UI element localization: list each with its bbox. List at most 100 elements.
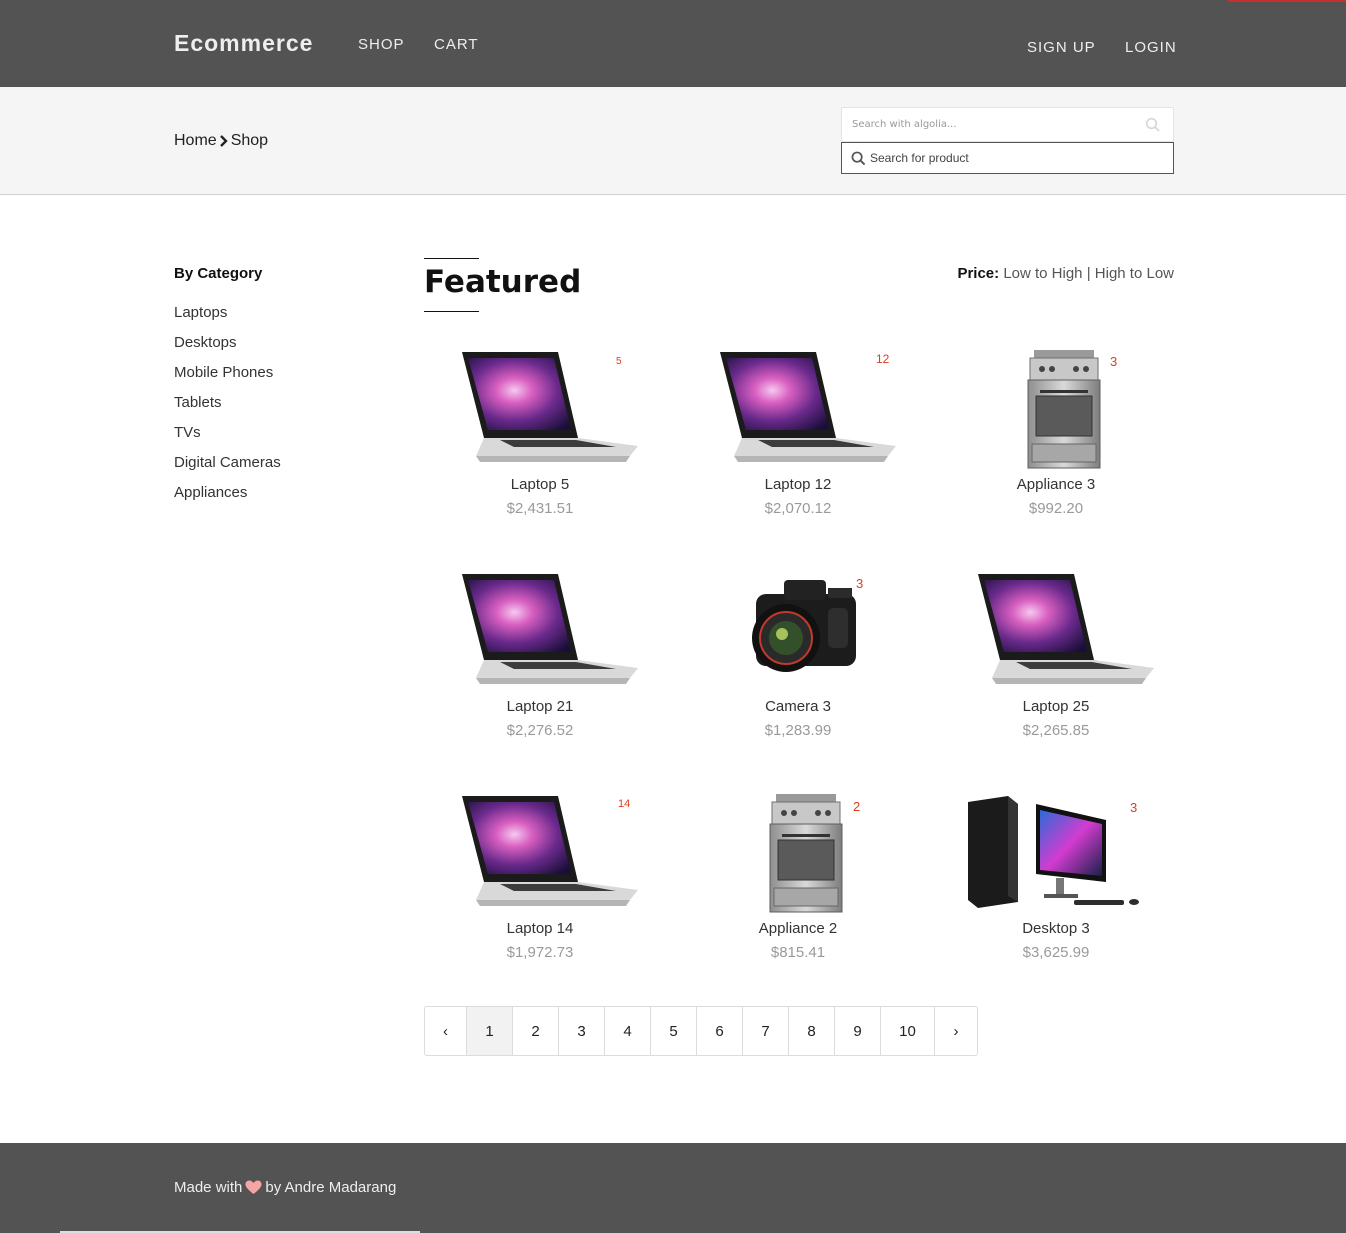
pagination-page-10[interactable]: 10 xyxy=(881,1007,935,1055)
nav-shop-link[interactable]: SHOP xyxy=(358,36,405,53)
laptop-image[interactable] xyxy=(440,568,640,696)
footer-author: by Andre Madarang xyxy=(265,1179,397,1196)
quantity-badge: 2 xyxy=(853,799,861,814)
featured-heading-block: Featured xyxy=(424,258,581,312)
product-name-link[interactable]: Camera 3 xyxy=(682,698,914,715)
product-name-link[interactable]: Laptop 21 xyxy=(424,698,656,715)
desktop-image[interactable] xyxy=(956,790,1156,918)
category-link-digital-cameras[interactable]: Digital Cameras xyxy=(174,454,281,471)
sidebar-title: By Category xyxy=(174,265,263,282)
quantity-badge: 5 xyxy=(616,356,622,367)
product-name-link[interactable]: Desktop 3 xyxy=(940,920,1172,937)
sort-high-to-low-link[interactable]: High to Low xyxy=(1095,265,1174,282)
category-link-appliances[interactable]: Appliances xyxy=(174,484,247,501)
product-card[interactable]: 3 Desktop 3 $3,625.99 xyxy=(940,784,1198,1006)
quantity-badge: 12 xyxy=(876,352,890,366)
category-item: Mobile Phones xyxy=(174,363,281,393)
product-card[interactable]: 3 Camera 3 $1,283.99 xyxy=(682,562,940,784)
product-card[interactable]: 12 Laptop 12 $2,070.12 xyxy=(682,340,940,562)
heart-icon xyxy=(245,1180,262,1194)
product-search-box xyxy=(841,142,1174,174)
pagination-page-1[interactable]: 1 xyxy=(467,1007,513,1055)
product-name-link[interactable]: Appliance 2 xyxy=(682,920,914,937)
algolia-search-box xyxy=(841,107,1174,142)
category-item: Appliances xyxy=(174,483,281,513)
product-price: $2,070.12 xyxy=(764,500,832,517)
laptop-image[interactable] xyxy=(956,568,1156,696)
category-list: Laptops Desktops Mobile Phones Tablets T… xyxy=(174,303,281,513)
brand-logo-link[interactable]: Ecommerce xyxy=(174,30,313,57)
heading-rule-top xyxy=(424,258,479,259)
quantity-badge: 3 xyxy=(1110,354,1118,369)
category-item: Laptops xyxy=(174,303,281,333)
camera-image[interactable] xyxy=(698,568,898,696)
product-name-link[interactable]: Laptop 14 xyxy=(424,920,656,937)
breadcrumb-home-link[interactable]: Home xyxy=(174,132,217,150)
nav-signup-link[interactable]: SIGN UP xyxy=(1027,39,1096,56)
breadcrumb-band: Home Shop xyxy=(0,87,1346,195)
quantity-badge: 3 xyxy=(856,576,864,591)
product-name-link[interactable]: Laptop 5 xyxy=(424,476,656,493)
price-sort-label: Price: xyxy=(957,265,1000,282)
pagination-page-9[interactable]: 9 xyxy=(835,1007,881,1055)
product-card[interactable]: 3 Appliance 3 $992.20 xyxy=(940,340,1198,562)
category-link-mobile-phones[interactable]: Mobile Phones xyxy=(174,364,273,381)
product-card[interactable]: Laptop 21 $2,276.52 xyxy=(424,562,682,784)
product-card[interactable]: Laptop 25 $2,265.85 xyxy=(940,562,1198,784)
stove-image[interactable] xyxy=(698,790,898,918)
product-price: $815.41 xyxy=(770,944,826,961)
top-accent-line xyxy=(1228,0,1346,2)
pagination-page-4[interactable]: 4 xyxy=(605,1007,651,1055)
product-name-link[interactable]: Laptop 25 xyxy=(940,698,1172,715)
category-link-laptops[interactable]: Laptops xyxy=(174,304,227,321)
pagination-page-8[interactable]: 8 xyxy=(789,1007,835,1055)
top-navbar: Ecommerce SHOP CART SIGN UP LOGIN xyxy=(0,0,1346,87)
category-item: Digital Cameras xyxy=(174,453,281,483)
product-price: $2,276.52 xyxy=(506,722,574,739)
search-icon xyxy=(851,151,866,166)
product-card[interactable]: 5 Laptop 5 $2,431.51 xyxy=(424,340,682,562)
pagination-page-5[interactable]: 5 xyxy=(651,1007,697,1055)
algolia-search-input[interactable] xyxy=(842,108,1142,141)
category-link-tablets[interactable]: Tablets xyxy=(174,394,222,411)
sort-separator: | xyxy=(1086,265,1091,282)
product-price: $992.20 xyxy=(1028,500,1084,517)
pagination-page-7[interactable]: 7 xyxy=(743,1007,789,1055)
pagination-prev-button[interactable]: ‹ xyxy=(425,1007,467,1055)
product-grid: 5 Laptop 5 $2,431.51 12 Laptop 12 $2,070… xyxy=(424,340,1174,1006)
category-link-tvs[interactable]: TVs xyxy=(174,424,201,441)
nav-cart-link[interactable]: CART xyxy=(434,36,479,53)
pagination-page-2[interactable]: 2 xyxy=(513,1007,559,1055)
product-price: $2,431.51 xyxy=(506,500,574,517)
page-title: Featured xyxy=(424,264,582,300)
breadcrumb-current: Shop xyxy=(230,132,269,149)
category-item: Desktops xyxy=(174,333,281,363)
product-card[interactable]: 14 Laptop 14 $1,972.73 xyxy=(424,784,682,1006)
stove-image[interactable] xyxy=(956,346,1156,474)
product-price: $1,283.99 xyxy=(764,722,832,739)
footer-made-with: Made with xyxy=(174,1179,243,1196)
category-item: Tablets xyxy=(174,393,281,423)
search-icon[interactable] xyxy=(1145,117,1161,133)
pagination-page-6[interactable]: 6 xyxy=(697,1007,743,1055)
heading-rule-bottom xyxy=(424,311,479,312)
pagination-page-3[interactable]: 3 xyxy=(559,1007,605,1055)
nav-login-link[interactable]: LOGIN xyxy=(1125,39,1177,56)
product-card[interactable]: 2 Appliance 2 $815.41 xyxy=(682,784,940,1006)
laptop-image[interactable] xyxy=(440,346,640,474)
laptop-image[interactable] xyxy=(440,790,640,918)
sort-low-to-high-link[interactable]: Low to High xyxy=(1003,265,1082,282)
product-name-link[interactable]: Laptop 12 xyxy=(682,476,914,493)
footer: Made with by Andre Madarang xyxy=(0,1143,1346,1233)
category-link-desktops[interactable]: Desktops xyxy=(174,334,237,351)
pagination-next-button[interactable]: › xyxy=(935,1007,977,1055)
chevron-right-icon xyxy=(219,135,228,147)
product-price: $2,265.85 xyxy=(1022,722,1090,739)
laptop-image[interactable] xyxy=(698,346,898,474)
price-sort: Price: Low to High | High to Low xyxy=(957,265,1174,282)
product-price: $3,625.99 xyxy=(1022,944,1090,961)
pagination: ‹ 1 2 3 4 5 6 7 8 9 10 › xyxy=(424,1006,978,1056)
breadcrumb: Home Shop xyxy=(174,132,268,150)
product-search-input[interactable] xyxy=(870,143,1170,173)
product-name-link[interactable]: Appliance 3 xyxy=(940,476,1172,493)
